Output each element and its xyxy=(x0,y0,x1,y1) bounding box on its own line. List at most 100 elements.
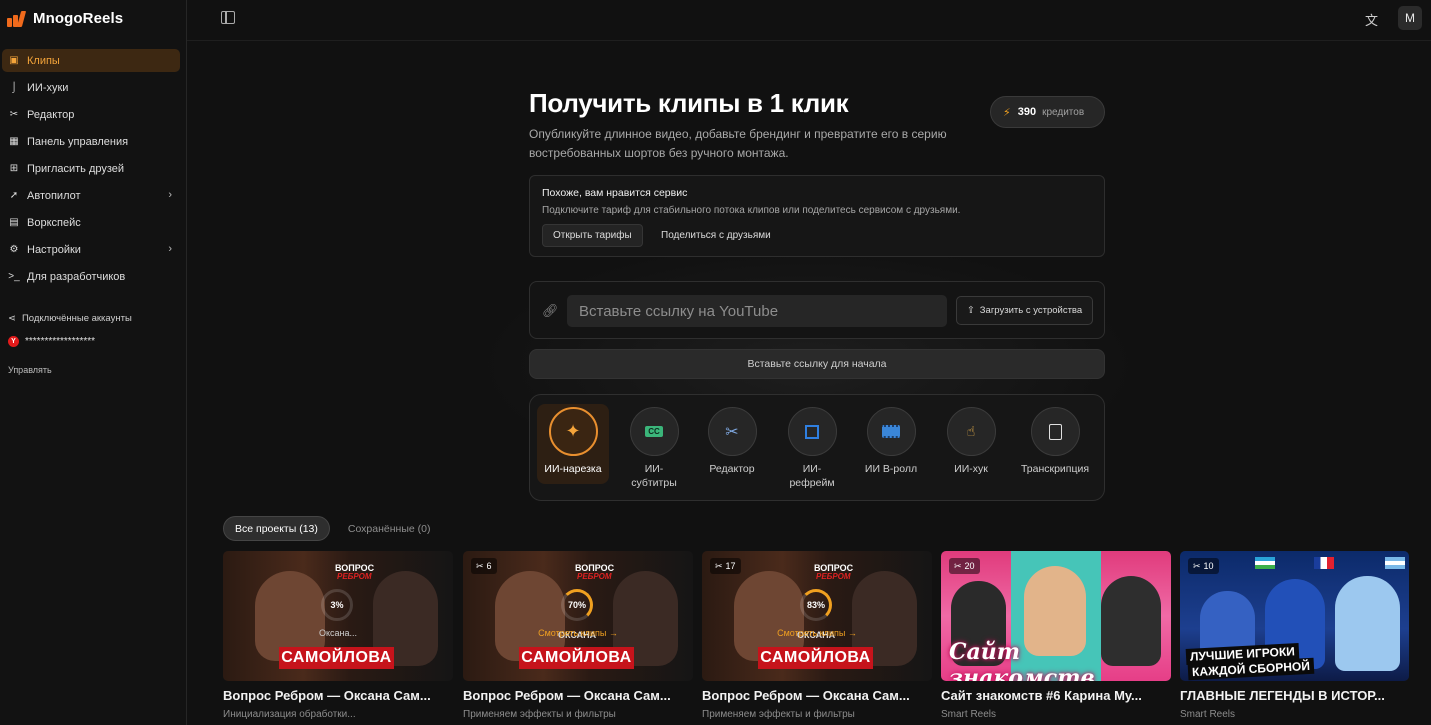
tab-all-projects[interactable]: Все проекты (13) xyxy=(223,516,330,541)
upgrade-notice: Похоже, вам нравится сервис Подключите т… xyxy=(529,175,1105,257)
project-status: Применяем эффекты и фильтры xyxy=(463,709,616,720)
sidebar-item-label: Клипы xyxy=(27,54,60,67)
project-status: Применяем эффекты и фильтры xyxy=(702,709,855,720)
hook-icon: ⌡ xyxy=(10,82,18,93)
account-name: ****************** xyxy=(25,336,96,347)
logo[interactable]: MnogoReels xyxy=(7,10,123,27)
tool-ai-broll[interactable]: ИИ B-ролл xyxy=(861,395,921,476)
progress-percent: 70% xyxy=(567,600,586,610)
url-form: 🔗︎ ⇪ Загрузить с устройства xyxy=(529,281,1105,339)
notice-title: Похоже, вам нравится сервис xyxy=(542,187,688,199)
progress-percent: 83% xyxy=(806,600,825,610)
connected-account[interactable]: Y ****************** xyxy=(8,336,95,347)
scissors-icon: ✂ xyxy=(954,560,962,571)
project-thumbnail[interactable]: ✂ 10 ЛУЧШИЕ ИГРОКИ КАЖДОЙ СБОРНОЙ xyxy=(1180,551,1409,681)
tool-label: ИИ-нарезка xyxy=(544,463,602,475)
rocket-icon: ➚ xyxy=(9,190,19,201)
tool-label: Редактор xyxy=(709,463,755,475)
chevron-right-icon: › xyxy=(168,243,172,255)
credits-badge[interactable]: ⚡ 390 кредитов xyxy=(990,96,1105,128)
document-icon xyxy=(1030,407,1080,456)
translate-icon[interactable]: 文 xyxy=(1365,10,1378,29)
manage-accounts-link[interactable]: Управлять xyxy=(8,365,52,375)
tool-ai-reframe[interactable]: ИИ-рефрейм xyxy=(782,395,842,490)
scissors-icon: ✂ xyxy=(715,560,723,571)
sidebar-item-dashboard[interactable]: ▦ Панель управления xyxy=(2,130,180,153)
sidebar-item-editor[interactable]: ✂ Редактор xyxy=(2,103,180,126)
clip-count: 6 xyxy=(486,561,492,571)
avatar[interactable]: M xyxy=(1398,6,1422,30)
sidebar-nav: ▣ Клипы ⌡ ИИ-хуки ✂ Редактор ▦ Панель уп… xyxy=(2,49,180,292)
link-icon: 🔗︎ xyxy=(542,303,559,318)
gift-icon: ⊞ xyxy=(9,163,19,174)
connected-accounts-label: Подключённые аккаунты xyxy=(21,313,132,324)
project-thumbnail[interactable]: ✂ 6 ВОПРОС РЕБРОМ ОКСАНА 70% Смотреть кли… xyxy=(463,551,693,681)
upload-button-label: Загрузить с устройства xyxy=(979,305,1083,316)
clip-count-badge: ✂ 10 xyxy=(1188,558,1219,574)
tool-label: ИИ-субтитры xyxy=(631,463,677,489)
progress-percent: 3% xyxy=(330,600,344,610)
tool-editor[interactable]: ✂ Редактор xyxy=(702,395,762,476)
project-card[interactable]: ✂ 20 Сайт знакомств Сайт знакомств #6 Кар… xyxy=(941,551,1171,720)
youtube-url-input[interactable] xyxy=(567,295,947,327)
clip-count: 20 xyxy=(964,561,975,571)
sidebar-item-invite[interactable]: ⊞ Пригласить друзей xyxy=(2,157,180,180)
upload-from-device-button[interactable]: ⇪ Загрузить с устройства xyxy=(956,296,1093,325)
project-thumbnail[interactable]: ВОПРОС РЕБРОМ 3% Оксана... САМОЙЛОВА xyxy=(223,551,453,681)
watch-clips-link[interactable]: Смотреть клипы → xyxy=(533,628,623,638)
sidebar-item-label: Панель управления xyxy=(27,135,129,148)
project-title: Сайт знакомств #6 Карина Му... xyxy=(941,688,1142,703)
chevron-right-icon: › xyxy=(168,189,172,201)
tool-ai-hook[interactable]: ☝ ИИ-хук xyxy=(941,395,1001,476)
sidebar-item-clips[interactable]: ▣ Клипы xyxy=(2,49,180,72)
project-tabs: Все проекты (13) Сохранённые (0) xyxy=(223,516,441,541)
logo-icon xyxy=(7,10,27,27)
project-thumbnail[interactable]: ✂ 20 Сайт знакомств xyxy=(941,551,1171,681)
sidebar: MnogoReels ▣ Клипы ⌡ ИИ-хуки ✂ Редактор … xyxy=(0,0,187,725)
toggle-sidebar-icon[interactable] xyxy=(221,11,235,24)
project-card[interactable]: ✂ 10 ЛУЧШИЕ ИГРОКИ КАЖДОЙ СБОРНОЙ ГЛАВНЫЕ… xyxy=(1180,551,1409,720)
sidebar-item-ai-hooks[interactable]: ⌡ ИИ-хуки xyxy=(2,76,180,99)
account-badge-icon: Y xyxy=(8,336,19,347)
sidebar-item-settings[interactable]: ⚙ Настройки › xyxy=(2,238,180,261)
credits-unit: кредитов xyxy=(1042,106,1085,118)
project-thumbnail[interactable]: ✂ 17 ВОПРОС РЕБРОМ ОКСАНА 83% Смотреть кл… xyxy=(702,551,932,681)
thumb-name-banner: САМОЙЛОВА xyxy=(519,647,634,669)
project-card[interactable]: ✂ 6 ВОПРОС РЕБРОМ ОКСАНА 70% Смотреть кли… xyxy=(463,551,693,720)
project-status: Инициализация обработки... xyxy=(223,709,356,720)
project-card[interactable]: ✂ 17 ВОПРОС РЕБРОМ ОКСАНА 83% Смотреть кл… xyxy=(702,551,932,720)
sidebar-item-workspace[interactable]: ▤ Воркспейс xyxy=(2,211,180,234)
thumb-title-text: Сайт знакомств xyxy=(949,639,1095,681)
sidebar-item-label: Пригласить друзей xyxy=(27,162,125,175)
project-title: Вопрос Ребром — Оксана Сам... xyxy=(223,688,431,703)
clip-count-badge: ✂ 20 xyxy=(949,558,980,574)
tool-label: ИИ-хук xyxy=(954,463,988,475)
tool-ai-subtitles[interactable]: CC ИИ-субтитры xyxy=(624,395,684,490)
thumb-name-banner: САМОЙЛОВА xyxy=(279,647,394,669)
tool-ai-clipping[interactable]: ✦ ИИ-нарезка xyxy=(530,395,616,484)
open-tariffs-button[interactable]: Открыть тарифы xyxy=(542,224,643,247)
lightning-icon: ⚡ xyxy=(1003,106,1011,119)
project-card[interactable]: ВОПРОС РЕБРОМ 3% Оксана... САМОЙЛОВА Воп… xyxy=(223,551,453,720)
sidebar-item-developers[interactable]: >_ Для разработчиков xyxy=(2,265,180,288)
project-status: Smart Reels xyxy=(1180,709,1236,720)
sidebar-item-autopilot[interactable]: ➚ Автопилот › xyxy=(2,184,180,207)
flag-icon xyxy=(1314,557,1334,569)
watch-clips-link[interactable]: Смотреть клипы → xyxy=(772,628,862,638)
scissors-icon: ✂ xyxy=(707,407,757,456)
share-with-friends-button[interactable]: Поделиться с друзьями xyxy=(661,224,771,247)
sparkle-icon: ✦ xyxy=(548,407,598,456)
clips-icon: ▣ xyxy=(9,55,19,66)
tools-panel: ✦ ИИ-нарезка CC ИИ-субтитры ✂ Редактор И… xyxy=(529,394,1105,501)
tab-saved[interactable]: Сохранённые (0) xyxy=(337,516,442,541)
credits-value: 390 xyxy=(1017,106,1037,118)
page-subtitle: Опубликуйте длинное видео, добавьте брен… xyxy=(529,127,947,160)
start-button[interactable]: Вставьте ссылку для начала xyxy=(529,349,1105,379)
hook-hand-icon: ☝ xyxy=(946,407,996,456)
project-status: Smart Reels xyxy=(941,709,997,720)
clip-count: 17 xyxy=(725,561,736,571)
tool-transcription[interactable]: Транскрипция xyxy=(1016,395,1094,476)
flag-icon xyxy=(1255,557,1275,569)
terminal-icon: >_ xyxy=(8,271,20,282)
project-title: Вопрос Ребром — Оксана Сам... xyxy=(702,688,910,703)
